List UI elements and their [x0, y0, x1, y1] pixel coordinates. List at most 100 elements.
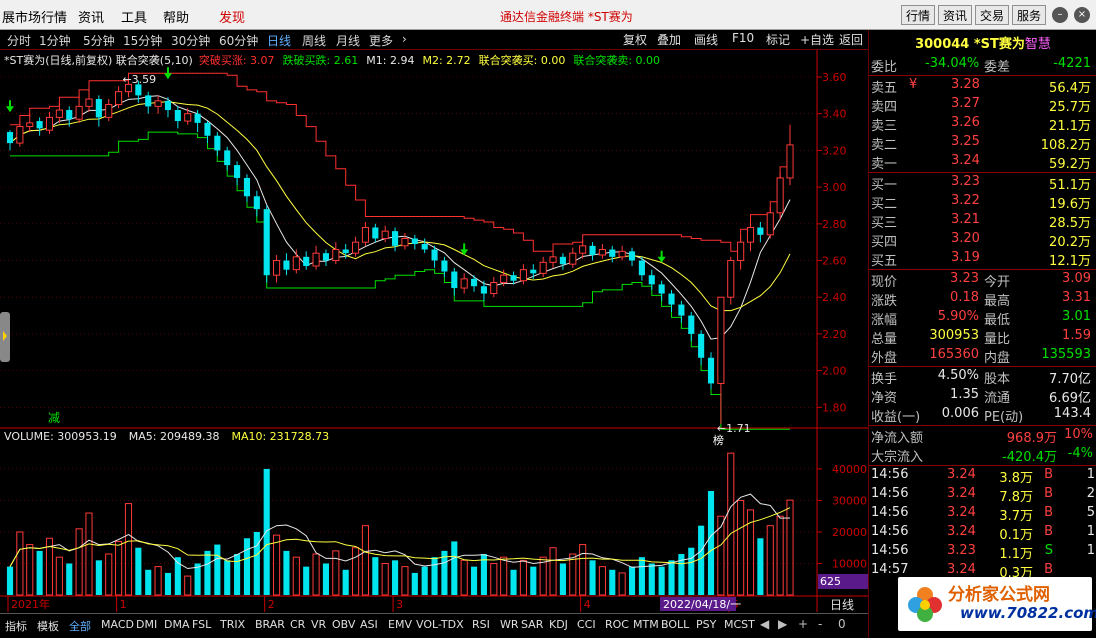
stat-row-0[interactable]: 现价 3.23 今开 3.09: [869, 270, 1096, 290]
tool-button-1[interactable]: 叠加: [657, 31, 681, 48]
bid-row-2[interactable]: 买三 3.21 28.5万: [869, 211, 1096, 231]
menu-item-2[interactable]: 工具: [121, 7, 147, 26]
tab-12[interactable]: ASI: [360, 618, 378, 631]
tab-21[interactable]: MTM: [633, 618, 659, 631]
period-4[interactable]: 30分钟: [171, 32, 210, 49]
menu-item-1[interactable]: 资讯: [78, 7, 104, 26]
bid-row-0[interactable]: 买一 3.23 51.1万: [869, 173, 1096, 193]
menu-item-0[interactable]: 展市场行情: [2, 7, 67, 26]
tick-row-4[interactable]: 14:56 3.23 1.1万 S 1: [869, 542, 1096, 562]
candle-body: [549, 256, 557, 263]
weibi-row[interactable]: 委比 -34.04% 委差 -4221: [869, 55, 1096, 75]
tab-19[interactable]: CCI: [577, 618, 596, 631]
tab-4[interactable]: DMI: [136, 618, 157, 631]
tab-3[interactable]: MACD: [101, 618, 134, 631]
tab-control-1[interactable]: ▶: [778, 617, 787, 631]
period-1[interactable]: 1分钟: [39, 32, 71, 49]
flow-value: -420.4万: [1002, 450, 1057, 465]
flow-row-1[interactable]: 大宗流入 -420.4万 -4%: [869, 445, 1096, 465]
ask-row-4[interactable]: 卖一 3.24 59.2万: [869, 152, 1096, 172]
tab-24[interactable]: MCST: [724, 618, 755, 631]
kline-chart-svg[interactable]: 3.60 3.40 3.20 3.00 2.80 2.60 2.40 2.20 2.00 1.80…: [0, 50, 868, 612]
tab-7[interactable]: TRIX: [220, 618, 245, 631]
period-5[interactable]: 60分钟: [219, 32, 258, 49]
period-6[interactable]: 日线: [267, 32, 291, 49]
menu-item-3[interactable]: 帮助: [163, 7, 189, 26]
tick-row-1[interactable]: 14:56 3.24 7.8万 B 2: [869, 485, 1096, 505]
tab-9[interactable]: CR: [290, 618, 305, 631]
top-button-2[interactable]: 交易: [975, 5, 1010, 25]
candle-body: [174, 110, 181, 122]
tab-17[interactable]: SAR: [521, 618, 543, 631]
tab-20[interactable]: ROC: [605, 618, 629, 631]
period-label: 日线: [830, 598, 854, 612]
tab-8[interactable]: BRAR: [255, 618, 285, 631]
period-9[interactable]: 更多: [369, 32, 393, 49]
stat-row-3[interactable]: 总量 300953 量比 1.59: [869, 327, 1096, 347]
menu-item-discover[interactable]: 发现: [219, 7, 245, 26]
ask-row-2[interactable]: 卖三 3.26 21.1万: [869, 114, 1096, 134]
period-3[interactable]: 15分钟: [123, 32, 162, 49]
bid-row-1[interactable]: 买二 3.22 19.6万: [869, 192, 1096, 212]
tab-control-0[interactable]: ◀: [760, 617, 769, 631]
tick-row-3[interactable]: 14:56 3.24 0.1万 B 1: [869, 523, 1096, 543]
tab-23[interactable]: PSY: [696, 618, 716, 631]
tab-6[interactable]: FSL: [192, 618, 211, 631]
tool-button-2[interactable]: 画线: [694, 31, 718, 48]
tab-control-4[interactable]: 0: [838, 617, 846, 631]
stat-row-4[interactable]: 外盘 165360 内盘 135593: [869, 346, 1096, 366]
tab-11[interactable]: OBV: [332, 618, 355, 631]
tick-row-0[interactable]: 14:56 3.24 3.8万 B 1: [869, 466, 1096, 486]
tab-control-3[interactable]: -: [818, 617, 822, 631]
tab-10[interactable]: VR: [311, 618, 326, 631]
tab-2[interactable]: 全部: [69, 618, 91, 634]
stat2-row-1[interactable]: 净资 1.35 流通 6.69亿: [869, 386, 1096, 406]
candle-body: [45, 116, 54, 131]
tab-15[interactable]: RSI: [472, 618, 490, 631]
stock-header[interactable]: 300044 *ST赛为智慧: [869, 30, 1096, 52]
period-0[interactable]: 分时: [7, 32, 31, 49]
bid-row-4[interactable]: 买五 3.19 12.1万: [869, 249, 1096, 269]
ask-row-1[interactable]: 卖四 3.27 25.7万: [869, 95, 1096, 115]
stat-label: 外盘: [871, 351, 898, 366]
top-button-1[interactable]: 资讯: [938, 5, 973, 25]
ask-row-3[interactable]: 卖二 3.25 108.2万: [869, 133, 1096, 153]
stat-row-2[interactable]: 涨幅 5.90% 最低 3.01: [869, 308, 1096, 328]
ask-row-0[interactable]: 卖五 ¥3.28 56.4万: [869, 76, 1096, 96]
stat-row-1[interactable]: 涨跌 0.18 最高 3.31: [869, 289, 1096, 309]
tab-5[interactable]: DMA: [164, 618, 190, 631]
tab-0[interactable]: 指标: [5, 618, 27, 634]
tool-button-3[interactable]: F10: [732, 31, 754, 45]
volume-bar: [352, 547, 360, 596]
stat2-row-0[interactable]: 换手 4.50% 股本 7.70亿: [869, 367, 1096, 387]
top-button-3[interactable]: 服务: [1012, 5, 1047, 25]
tab-1[interactable]: 模板: [37, 618, 59, 634]
volume-bar: [460, 559, 468, 596]
flow-row-0[interactable]: 净流入额 968.9万 10%: [869, 426, 1096, 446]
tab-14[interactable]: VOL-TDX: [416, 618, 464, 631]
bid-row-3[interactable]: 买四 3.20 20.2万: [869, 230, 1096, 250]
tick-row-2[interactable]: 14:56 3.24 3.7万 B 5: [869, 504, 1096, 524]
period-7[interactable]: 周线: [302, 32, 326, 49]
period-2[interactable]: 5分钟: [83, 32, 115, 49]
volume-bar: [757, 538, 764, 595]
kline-chart-area[interactable]: 3.60 3.40 3.20 3.00 2.80 2.60 2.40 2.20 2.00 1.80…: [0, 50, 868, 612]
tool-button-0[interactable]: 复权: [623, 31, 647, 48]
tool-button-5[interactable]: +自选: [800, 31, 834, 48]
candle-body: [609, 249, 616, 257]
tab-16[interactable]: WR: [500, 618, 519, 631]
close-icon[interactable]: ×: [1074, 7, 1090, 23]
window-title: 通达信金融终端 *ST赛为: [500, 10, 633, 24]
tab-22[interactable]: BOLL: [661, 618, 689, 631]
bid-volume: 20.2万: [1049, 235, 1091, 250]
tool-button-4[interactable]: 标记: [766, 31, 790, 48]
tool-button-6[interactable]: 返回: [839, 31, 863, 48]
more-arrow-icon[interactable]: ›: [402, 32, 407, 46]
tab-control-2[interactable]: +: [798, 617, 808, 631]
tab-18[interactable]: KDJ: [549, 618, 568, 631]
stat2-row-2[interactable]: 收益(一) 0.006 PE(动) 143.4: [869, 405, 1096, 425]
top-button-0[interactable]: 行情: [901, 5, 936, 25]
period-8[interactable]: 月线: [336, 32, 360, 49]
minimize-icon[interactable]: –: [1052, 7, 1068, 23]
tab-13[interactable]: EMV: [388, 618, 412, 631]
